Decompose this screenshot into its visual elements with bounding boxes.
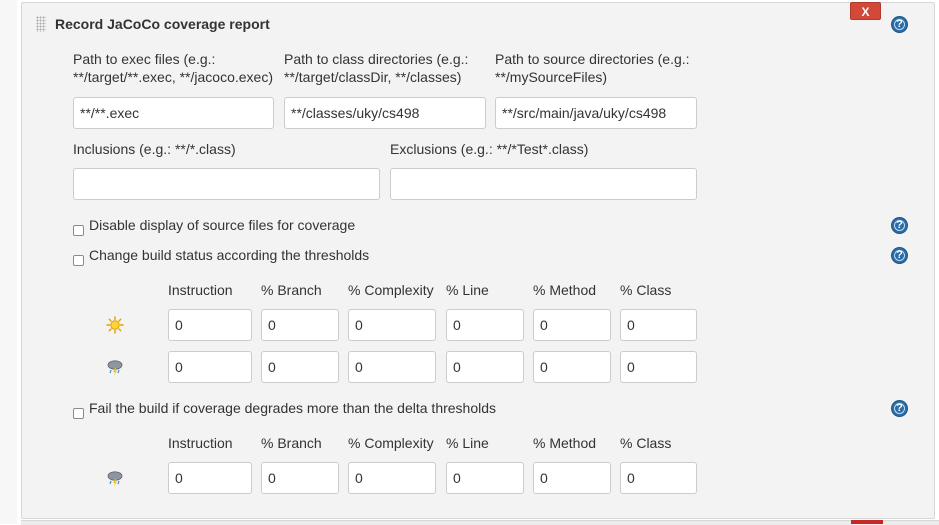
disable-source-label[interactable]: Disable display of source files for cove… — [89, 217, 355, 233]
unhealthy-branch-input[interactable] — [261, 351, 339, 383]
delta-col-header-instruction: Instruction — [168, 435, 233, 451]
col-header-branch: % Branch — [261, 282, 322, 298]
disable-source-help-icon[interactable]: ? — [892, 218, 907, 233]
class-dirs-input[interactable] — [284, 97, 486, 129]
unhealthy-instruction-input[interactable] — [168, 351, 252, 383]
help-glyph: ? — [896, 219, 903, 231]
next-delete-button-edge[interactable] — [851, 520, 883, 524]
delta-class-input[interactable] — [620, 462, 697, 494]
col-header-line: % Line — [446, 282, 489, 298]
section-title: Record JaCoCo coverage report — [55, 16, 270, 32]
class-dirs-label-line1: Path to class directories (e.g.: — [284, 51, 469, 67]
change-status-help-icon[interactable]: ? — [892, 248, 907, 263]
unhealthy-line-input[interactable] — [446, 351, 524, 383]
help-icon[interactable]: ? — [892, 17, 907, 32]
delta-col-header-method: % Method — [533, 435, 597, 451]
exec-files-input[interactable] — [73, 97, 274, 129]
sunny-weather-icon — [106, 316, 124, 334]
unhealthy-method-input[interactable] — [533, 351, 611, 383]
unhealthy-complexity-input[interactable] — [348, 351, 436, 383]
help-glyph: ? — [896, 249, 903, 261]
delta-col-header-branch: % Branch — [261, 435, 322, 451]
change-status-checkbox[interactable] — [73, 255, 84, 266]
exec-files-label-line1: Path to exec files (e.g.: — [73, 51, 216, 67]
healthy-line-input[interactable] — [446, 309, 524, 341]
disable-source-checkbox[interactable] — [73, 225, 84, 236]
delta-branch-input[interactable] — [261, 462, 339, 494]
col-header-class: % Class — [620, 282, 672, 298]
col-header-complexity: % Complexity — [348, 282, 434, 298]
healthy-instruction-input[interactable] — [168, 309, 252, 341]
exclusions-label: Exclusions (e.g.: **/*Test*.class) — [390, 141, 589, 157]
delta-col-header-complexity: % Complexity — [348, 435, 434, 451]
healthy-complexity-input[interactable] — [348, 309, 436, 341]
inclusions-input[interactable] — [73, 168, 380, 200]
stormy-weather-icon — [107, 471, 123, 487]
healthy-class-input[interactable] — [620, 309, 697, 341]
exec-files-label-line2: **/target/**.exec, **/jacoco.exec) — [73, 69, 273, 85]
stormy-weather-icon — [107, 360, 123, 376]
next-section-edge — [21, 520, 939, 525]
healthy-method-input[interactable] — [533, 309, 611, 341]
delta-method-input[interactable] — [533, 462, 611, 494]
source-dirs-label-line2: **/mySourceFiles) — [495, 69, 608, 85]
col-header-instruction: Instruction — [168, 282, 233, 298]
fail-delta-label[interactable]: Fail the build if coverage degrades more… — [89, 400, 496, 416]
inclusions-label: Inclusions (e.g.: **/*.class) — [73, 141, 236, 157]
fail-delta-checkbox[interactable] — [73, 408, 84, 419]
delta-complexity-input[interactable] — [348, 462, 436, 494]
fail-delta-help-icon[interactable]: ? — [892, 401, 907, 416]
col-header-method: % Method — [533, 282, 597, 298]
help-glyph: ? — [896, 18, 903, 30]
delete-button[interactable]: X — [850, 2, 881, 20]
change-status-label[interactable]: Change build status according the thresh… — [89, 247, 369, 263]
healthy-branch-input[interactable] — [261, 309, 339, 341]
source-dirs-input[interactable] — [495, 97, 697, 129]
unhealthy-class-input[interactable] — [620, 351, 697, 383]
delta-col-header-class: % Class — [620, 435, 672, 451]
source-dirs-label-line1: Path to source directories (e.g.: — [495, 51, 690, 67]
left-gutter — [0, 0, 17, 524]
help-glyph: ? — [896, 402, 903, 414]
delta-instruction-input[interactable] — [168, 462, 252, 494]
class-dirs-label-line2: **/target/classDir, **/classes) — [284, 69, 462, 85]
delta-col-header-line: % Line — [446, 435, 489, 451]
drag-handle-icon[interactable] — [36, 16, 46, 32]
exclusions-input[interactable] — [390, 168, 697, 200]
delta-line-input[interactable] — [446, 462, 524, 494]
